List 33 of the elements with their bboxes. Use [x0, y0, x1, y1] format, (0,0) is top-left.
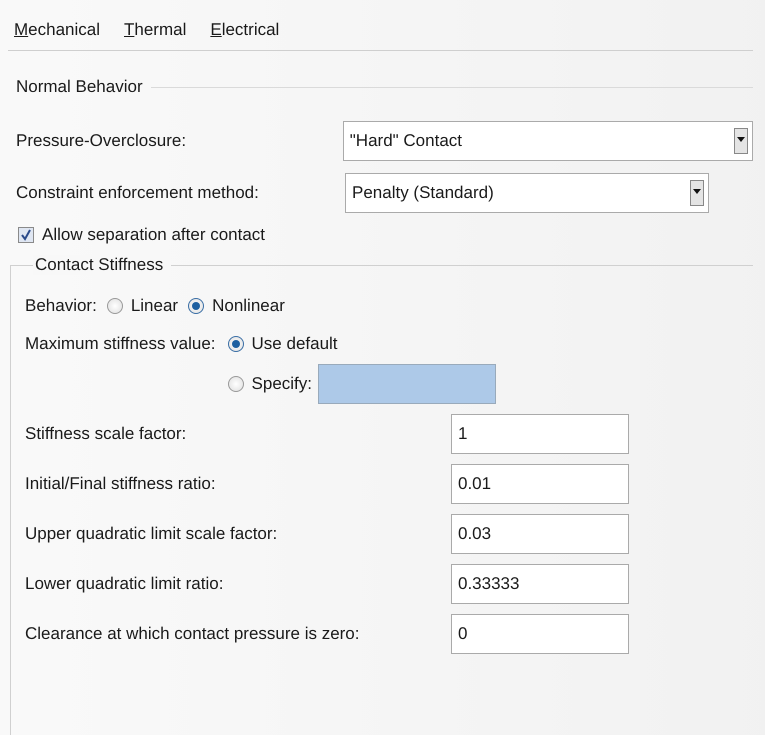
section-title: Normal Behavior [16, 77, 143, 97]
menu-item[interactable]: Electrical [210, 20, 280, 40]
input-field[interactable]: 0 [451, 614, 629, 654]
field-label: Lower quadratic limit ratio: [25, 574, 224, 594]
checkbox-label: Allow separation after contact [42, 225, 266, 245]
field-label: Clearance at which contact pressure is zero: [25, 624, 360, 644]
caret-icon [690, 180, 704, 206]
field-label: Behavior: [25, 296, 97, 316]
caret-icon [734, 128, 748, 154]
radio-button[interactable] [188, 298, 204, 314]
radio-label: Specify: [252, 374, 312, 394]
dropdown[interactable]: Penalty (Standard) [345, 173, 709, 213]
radio-label: Use default [252, 334, 338, 354]
menu-item[interactable]: Thermal [124, 20, 186, 40]
field-label: Initial/Final stiffness ratio: [25, 474, 217, 494]
radio-button[interactable] [106, 298, 123, 314]
field-label: Pressure-Overclosure: [16, 131, 188, 151]
field-label: Maximum stiffness value: [25, 334, 216, 354]
field-label: Upper quadratic limit scale factor: [25, 524, 278, 544]
menu-item[interactable]: Mechanical [14, 20, 100, 40]
input-field[interactable]: 1 [451, 414, 629, 454]
input-field[interactable]: 0.01 [451, 464, 629, 504]
checkbox[interactable] [18, 227, 34, 243]
dropdown[interactable]: "Hard" Contact [342, 121, 753, 161]
input-field[interactable]: 0.33333 [451, 564, 629, 604]
radio-label: Linear [130, 296, 178, 316]
input-field[interactable]: 0.03 [451, 514, 629, 554]
input-field[interactable] [318, 364, 496, 404]
radio-label: Nonlinear [212, 296, 285, 316]
field-label: Stiffness scale factor: [25, 424, 188, 444]
radio-button[interactable] [228, 336, 244, 352]
field-label: Constraint enforcement method: [16, 183, 260, 203]
radio-button[interactable] [228, 376, 244, 392]
